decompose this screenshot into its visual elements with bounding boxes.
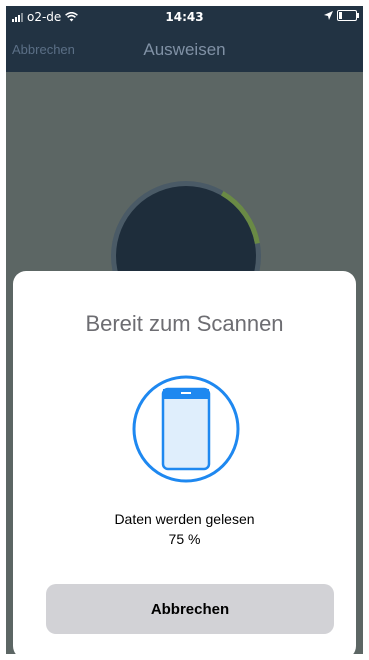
cancel-scan-button[interactable]: Abbrechen	[46, 584, 334, 634]
battery-icon	[337, 10, 359, 21]
location-arrow-icon	[324, 11, 333, 20]
scan-progress-text: 75 %	[168, 531, 201, 547]
status-bar: o2-de 14:43	[6, 6, 363, 28]
nav-bar: Abbrechen Ausweisen	[6, 28, 363, 72]
phone-icon	[132, 375, 240, 483]
scan-status-text: Daten werden gelesen	[114, 511, 255, 527]
status-time: 14:43	[165, 10, 204, 24]
app-frame: o2-de 14:43 Abbrechen Ausweisen Bereit z…	[6, 6, 363, 654]
sheet-title: Bereit zum Scannen	[85, 311, 284, 336]
nav-title: Ausweisen	[143, 40, 226, 59]
status-right	[324, 10, 359, 21]
scan-sheet: Bereit zum Scannen Daten werden gelesen …	[13, 271, 356, 654]
